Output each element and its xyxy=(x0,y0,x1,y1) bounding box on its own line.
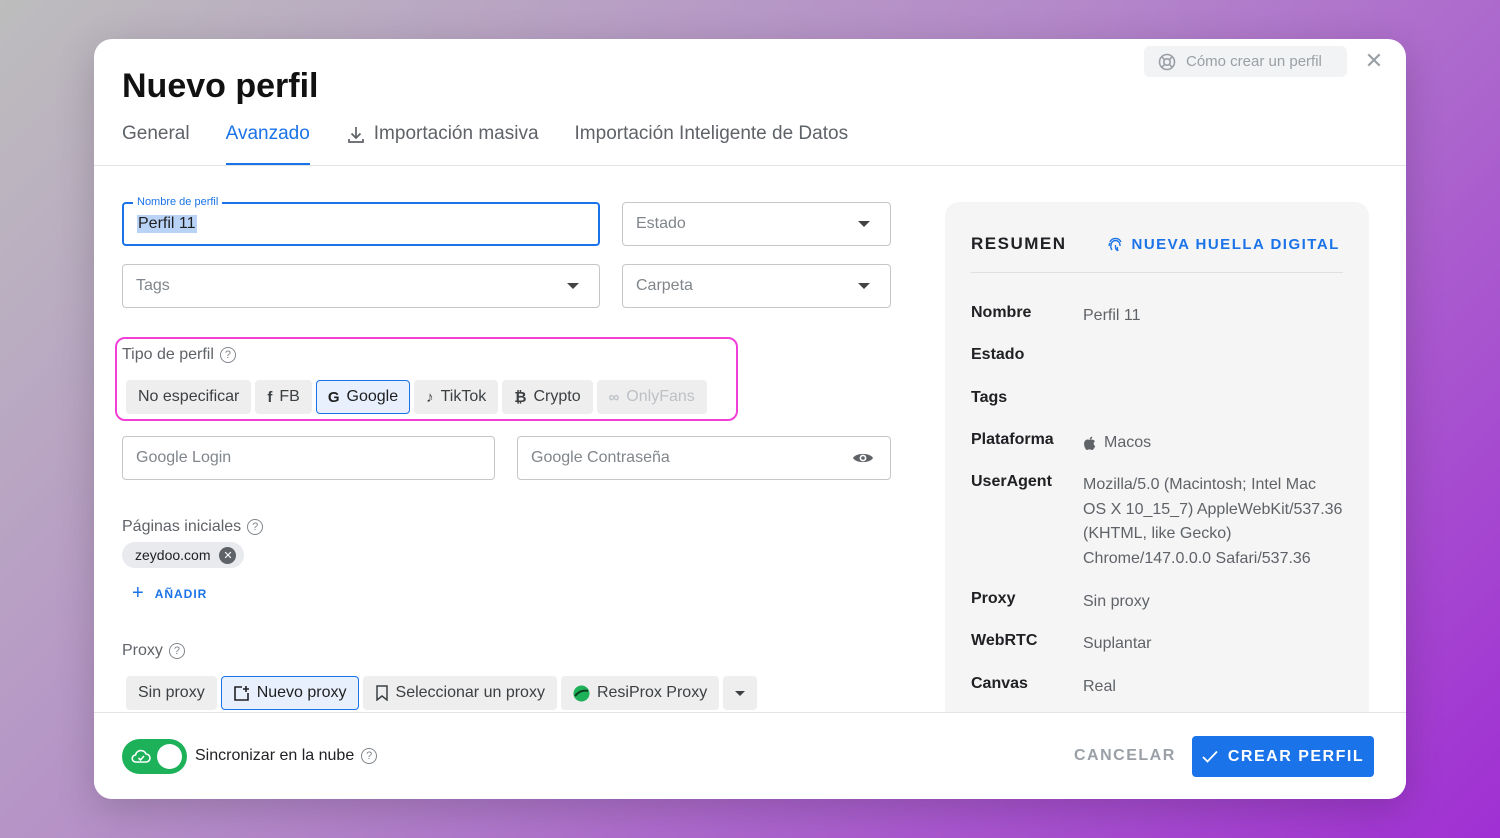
help-label: Cómo crear un perfil xyxy=(1186,53,1322,70)
profile-type-label: Tipo de perfil ? xyxy=(122,346,236,364)
summary-row-nombre: Nombre Perfil 11 xyxy=(971,304,1141,324)
tab-avanzado[interactable]: Avanzado xyxy=(225,123,310,165)
eye-icon[interactable] xyxy=(852,449,874,467)
proxy-option-none[interactable]: Sin proxy xyxy=(126,676,217,710)
google-password-placeholder: Google Contraseña xyxy=(531,449,670,466)
profile-type-fb[interactable]: f FB xyxy=(255,380,312,414)
summary-row-webrtc: WebRTC Suplantar xyxy=(971,632,1152,652)
fingerprint-icon xyxy=(1107,237,1122,251)
toggle-knob xyxy=(157,744,182,769)
carpeta-dropdown-icon xyxy=(858,283,870,289)
download-icon xyxy=(347,127,364,143)
summary-row-tags: Tags xyxy=(971,389,1008,406)
onlyfans-icon: ∞ xyxy=(608,388,620,406)
tab-importacion-masiva[interactable]: Importación masiva xyxy=(346,123,539,165)
chevron-down-icon xyxy=(735,690,746,696)
start-page-chip: zeydoo.com ✕ xyxy=(122,542,245,568)
cloud-sync-toggle[interactable] xyxy=(122,739,187,774)
close-icon[interactable]: ✕ xyxy=(1362,49,1386,73)
check-icon xyxy=(1202,750,1218,763)
tab-general[interactable]: General xyxy=(122,123,190,165)
tags-placeholder: Tags xyxy=(136,277,170,294)
profile-name-value: Perfil 11 xyxy=(137,215,197,233)
start-pages-label: Páginas iniciales ? xyxy=(122,518,264,536)
help-circle-icon[interactable]: ? xyxy=(247,519,264,535)
plus-icon: + xyxy=(132,582,145,604)
google-login-placeholder: Google Login xyxy=(136,449,232,466)
profile-name-field[interactable]: Nombre de perfil Perfil 11 xyxy=(122,196,600,246)
proxy-option-select[interactable]: Seleccionar un proxy xyxy=(362,676,557,710)
dialog-title: Nuevo perfil xyxy=(122,67,319,105)
google-password-input[interactable]: Google Contraseña xyxy=(517,436,891,480)
summary-row-plataforma: Plataforma Macos xyxy=(971,431,1152,451)
start-page-url: zeydoo.com xyxy=(135,547,211,563)
profile-type-tiktok[interactable]: ♪ TikTok xyxy=(414,380,499,414)
estado-select[interactable]: Estado xyxy=(622,202,891,246)
bookmark-icon xyxy=(375,685,388,701)
profile-type-crypto[interactable]: ₿ Crypto xyxy=(502,380,593,414)
dialog-footer: Sincronizar en la nube ? CANCELAR CREAR … xyxy=(94,712,1406,799)
summary-row-proxy: Proxy Sin proxy xyxy=(971,590,1150,610)
proxy-option-group: Sin proxy Nuevo proxy Seleccionar un pro… xyxy=(126,676,758,710)
profile-type-none[interactable]: No especificar xyxy=(126,380,252,414)
resiprox-logo-icon xyxy=(573,685,590,701)
carpeta-placeholder: Carpeta xyxy=(636,277,693,294)
tab-bar: General Avanzado Importación masiva Impo… xyxy=(122,123,884,165)
google-icon: G xyxy=(327,388,340,406)
facebook-icon: f xyxy=(267,388,273,406)
tab-importacion-inteligente[interactable]: Importación Inteligente de Datos xyxy=(575,123,849,165)
new-profile-dialog: Nuevo perfil Cómo crear un perfil ✕ Gene… xyxy=(94,39,1406,799)
cloud-sync-label: Sincronizar en la nube ? xyxy=(195,747,378,765)
tags-select[interactable]: Tags xyxy=(122,264,600,308)
tags-dropdown-icon xyxy=(567,283,579,289)
cancel-button[interactable]: CANCELAR xyxy=(1074,747,1176,765)
summary-row-estado: Estado xyxy=(971,346,1025,363)
create-profile-button[interactable]: CREAR PERFIL xyxy=(1192,736,1374,777)
profile-type-google[interactable]: G Google xyxy=(315,380,411,414)
summary-row-canvas: Canvas Real xyxy=(971,675,1116,695)
summary-panel: RESUMEN NUEVA HUELLA DIGITAL Nombre Perf… xyxy=(945,202,1369,799)
proxy-label: Proxy ? xyxy=(122,642,185,660)
proxy-option-new[interactable]: Nuevo proxy xyxy=(220,676,359,710)
add-start-page-button[interactable]: + AÑADIR xyxy=(132,582,207,605)
help-circle-icon[interactable]: ? xyxy=(168,643,185,659)
remove-chip-icon[interactable]: ✕ xyxy=(219,546,237,564)
estado-placeholder: Estado xyxy=(636,215,686,232)
carpeta-select[interactable]: Carpeta xyxy=(622,264,891,308)
summary-divider xyxy=(971,272,1343,273)
cloud-icon xyxy=(131,749,151,763)
bitcoin-icon: ₿ xyxy=(514,388,527,406)
proxy-more-dropdown[interactable] xyxy=(723,676,758,710)
proxy-option-resiprox[interactable]: ResiProx Proxy xyxy=(560,676,720,710)
estado-dropdown-icon xyxy=(858,221,870,227)
profile-type-group: No especificar f FB G Google ♪ TikTok ₿ Cryp… xyxy=(126,380,707,414)
summary-title: RESUMEN xyxy=(971,234,1067,253)
tiktok-icon: ♪ xyxy=(426,388,434,406)
apple-icon xyxy=(1084,436,1096,450)
profile-name-label: Nombre de perfil xyxy=(133,196,223,208)
tabs-divider xyxy=(94,165,1406,166)
help-circle-icon[interactable]: ? xyxy=(361,748,378,764)
lifebuoy-icon xyxy=(1158,53,1176,70)
summary-row-useragent: UserAgent Mozilla/5.0 (Macintosh; Intel … xyxy=(971,473,1343,567)
new-fingerprint-button[interactable]: NUEVA HUELLA DIGITAL xyxy=(1107,236,1340,253)
profile-type-onlyfans: ∞ OnlyFans xyxy=(596,380,707,414)
google-login-input[interactable]: Google Login xyxy=(122,436,495,480)
new-proxy-icon xyxy=(233,685,249,701)
how-to-create-profile-button[interactable]: Cómo crear un perfil xyxy=(1144,46,1347,77)
help-circle-icon[interactable]: ? xyxy=(219,347,236,363)
